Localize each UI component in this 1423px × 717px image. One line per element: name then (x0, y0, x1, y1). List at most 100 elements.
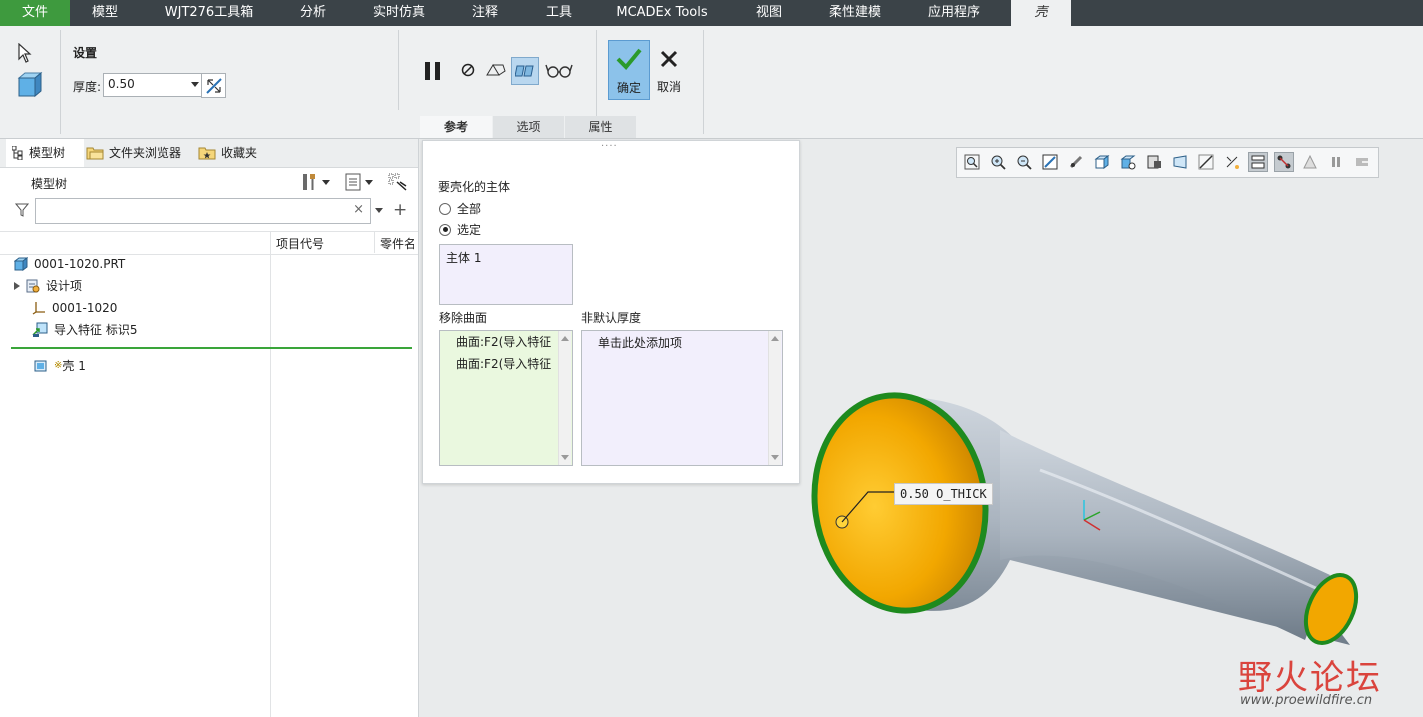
menu-analysis[interactable]: 分析 (284, 0, 342, 26)
tree-item-import-feature[interactable]: 导入特征 标识5 (32, 319, 137, 341)
tab-properties[interactable]: 属性 (565, 116, 636, 138)
favorites-folder-icon (198, 147, 216, 160)
model-tree-icon[interactable] (1248, 152, 1268, 172)
tab-folder-browser[interactable]: 文件夹浏览器 (86, 139, 190, 167)
thickness-value: 0.50 (108, 77, 135, 91)
menu-realtime-sim[interactable]: 实时仿真 (360, 0, 438, 26)
pause-button[interactable] (420, 58, 446, 84)
tree-item-csys-label: 0001-1020 (52, 301, 118, 315)
menu-applications[interactable]: 应用程序 (914, 0, 994, 26)
remove-surfaces-collector[interactable]: 曲面:F2(导入特征 曲面:F2(导入特征 (439, 330, 573, 466)
no-preview-button[interactable] (458, 60, 478, 80)
menu-flexible-modeling[interactable]: 柔性建模 (814, 0, 896, 26)
menu-annotate[interactable]: 注释 (456, 0, 514, 26)
tree-item-shell[interactable]: ※壳 1 (34, 355, 86, 377)
tab-references[interactable]: 参考 (420, 116, 492, 138)
spin-center-icon[interactable] (1067, 153, 1085, 171)
watermark-url: www.proewildfire.cn (1240, 693, 1373, 708)
perspective-icon[interactable] (1171, 153, 1189, 171)
tab-options[interactable]: 选项 (493, 116, 564, 138)
search-dropdown-icon[interactable] (375, 208, 383, 213)
connector-icon[interactable] (1274, 152, 1294, 172)
feature-preview-button[interactable] (511, 57, 539, 85)
datum-display-icon[interactable] (1197, 153, 1215, 171)
chevron-down-icon (322, 179, 330, 185)
select-arrow-icon[interactable] (14, 42, 36, 64)
column-header-part-name[interactable]: 零件名 (380, 235, 414, 252)
tree-item-csys[interactable]: 0001-1020 (32, 297, 117, 319)
simulation-icon[interactable] (1301, 153, 1319, 171)
graphics-toolbar (956, 147, 1379, 178)
pause-icon[interactable] (1327, 153, 1345, 171)
verify-mode-button[interactable] (544, 60, 574, 80)
thickness-dimension-label[interactable]: 0.50 O_THICK (894, 483, 993, 505)
tab-model-tree-label: 模型树 (29, 146, 66, 160)
confirm-button[interactable]: 确定 (608, 40, 650, 100)
remove-surfaces-scrollbar[interactable] (558, 331, 571, 465)
bodies-to-shell-label: 要壳化的主体 (438, 180, 511, 194)
menu-file[interactable]: 文件 (0, 0, 70, 26)
radio-selected-circle[interactable] (439, 223, 451, 236)
menu-mcadex-tools[interactable]: MCADEx Tools (604, 0, 720, 26)
model-tree-title: 模型树 (31, 177, 68, 191)
drag-handle[interactable]: ···· (601, 141, 618, 152)
show-options-button[interactable] (342, 172, 376, 192)
tab-model-tree[interactable]: 模型树 (6, 139, 84, 167)
menu-view[interactable]: 视图 (740, 0, 798, 26)
scroll-up-icon[interactable] (771, 336, 779, 341)
chevron-down-icon[interactable] (191, 82, 199, 87)
csys-icon (32, 302, 45, 315)
nondefault-thickness-hint[interactable]: 单击此处添加项 (598, 334, 682, 351)
saved-orientations-icon[interactable] (1093, 153, 1111, 171)
zoom-out-icon[interactable] (1015, 153, 1033, 171)
ribbon: 设置 厚度: 0.50 确定 取消 参考 选项 属性 (0, 26, 1423, 139)
references-panel: ···· 要壳化的主体 全部 选定 主体 1 移除曲面 非默认厚度 曲面:F2(… (422, 140, 800, 484)
scroll-up-icon[interactable] (561, 336, 569, 341)
list-icon (345, 173, 361, 191)
glasses-icon (545, 64, 573, 78)
nondefault-thickness-collector[interactable]: 单击此处添加项 (581, 330, 783, 466)
view-manager-icon[interactable] (1119, 153, 1137, 171)
radio-all[interactable]: 全部 (439, 200, 481, 217)
tree-item-design-items[interactable]: 设计项 (14, 275, 82, 297)
search-input[interactable]: × (35, 198, 371, 224)
geometry-preview-button[interactable] (484, 59, 508, 81)
cancel-button[interactable]: 取消 (652, 40, 686, 98)
tree-settings-button[interactable] (298, 172, 332, 192)
radio-all-circle[interactable] (439, 202, 451, 215)
display-style-icon[interactable] (1145, 153, 1163, 171)
remove-surface-item[interactable]: 曲面:F2(导入特征 (440, 331, 558, 353)
filter-icon[interactable] (14, 202, 30, 218)
remove-surface-item[interactable]: 曲面:F2(导入特征 (440, 353, 558, 375)
tree-item-import-feature-label: 导入特征 标识5 (54, 323, 138, 337)
menu-shell[interactable]: 壳 (1011, 0, 1071, 26)
flip-thickness-button[interactable] (201, 73, 226, 98)
tree-item-part[interactable]: 0001-1020.PRT (14, 253, 125, 275)
thickness-input[interactable]: 0.50 (103, 73, 203, 97)
clear-search-icon[interactable]: × (353, 202, 364, 217)
menu-wjt276-toolbox[interactable]: WJT276工具箱 (150, 0, 268, 26)
add-filter-icon[interactable]: + (393, 200, 407, 220)
menu-tools[interactable]: 工具 (530, 0, 588, 26)
column-header-item-code[interactable]: 项目代号 (276, 235, 324, 252)
exit-icon[interactable] (1353, 153, 1371, 171)
body-collector[interactable]: 主体 1 (439, 244, 573, 305)
tools-icon (303, 174, 315, 190)
tab-favorites[interactable]: 收藏夹 (198, 139, 270, 167)
column-settings-button[interactable] (387, 172, 409, 192)
scroll-down-icon[interactable] (561, 455, 569, 460)
menu-model[interactable]: 模型 (76, 0, 134, 26)
radio-selected[interactable]: 选定 (439, 221, 481, 238)
import-feature-icon (32, 322, 48, 337)
columns-icon (388, 173, 407, 191)
repaint-icon[interactable] (1041, 153, 1059, 171)
insert-indicator[interactable] (11, 347, 412, 349)
part-icon (14, 257, 28, 271)
body-collector-item[interactable]: 主体 1 (446, 249, 481, 266)
solid-body-icon[interactable] (14, 68, 46, 100)
zoom-in-icon[interactable] (989, 153, 1007, 171)
expand-arrow-icon[interactable] (14, 282, 20, 290)
refit-icon[interactable] (963, 153, 981, 171)
annotation-display-icon[interactable] (1223, 153, 1241, 171)
scroll-down-icon[interactable] (771, 455, 779, 460)
